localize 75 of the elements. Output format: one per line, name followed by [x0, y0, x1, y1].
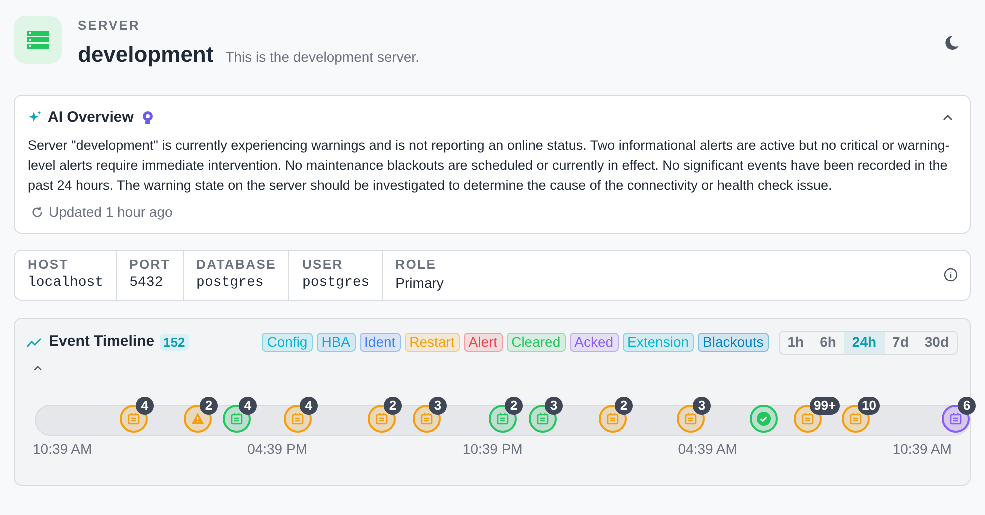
field-value: postgres [302, 274, 370, 293]
timeline-title: Event Timeline [49, 332, 155, 352]
moon-icon [944, 35, 960, 51]
calendar-icon [231, 412, 243, 424]
count-badge: 2 [505, 396, 523, 414]
event-marker[interactable] [750, 404, 778, 432]
field-label: HOST [28, 257, 70, 273]
trend-icon [27, 338, 42, 348]
refresh-icon [32, 206, 43, 218]
field-value: postgres [196, 274, 265, 293]
ai-summary: Server "development" is currently experiencing warnings and is not reporting an online status. Two informational alerts are active but no critical or warning-level alerts require immediate intervention. No maintenance blackouts are scheduled or currently in effect. No significant events have been recorded in the past 24 hours. The warning state on the server should be investigated to determine the cause of the connectivity or health check issue. [28, 136, 951, 195]
calendar-icon [421, 412, 433, 424]
server-title: development [78, 41, 214, 69]
check-icon [757, 412, 771, 426]
range-tab[interactable]: 30d [916, 332, 957, 354]
count-badge: 3 [429, 396, 447, 414]
warning-icon [192, 413, 204, 424]
count-badge: 2 [384, 396, 402, 414]
field-label: ROLE [396, 257, 438, 273]
field-value: 5432 [130, 274, 164, 293]
range-tab[interactable]: 24h [844, 332, 885, 354]
calendar-icon [292, 412, 304, 424]
filter-tag[interactable]: Extension [622, 333, 694, 352]
field-label: PORT [130, 257, 171, 273]
range-tab[interactable]: 6h [812, 332, 844, 354]
collapse-button[interactable] [33, 364, 43, 372]
filter-tag[interactable]: HBA [316, 333, 356, 352]
axis-label: 10:39 PM [462, 440, 523, 458]
filter-tag[interactable]: Acked [570, 333, 619, 352]
count-badge: 3 [545, 396, 563, 414]
field-label: USER [302, 257, 344, 273]
count-badge: 99+ [810, 396, 840, 414]
calendar-icon [497, 412, 509, 424]
filter-tag[interactable]: Ident [360, 333, 401, 352]
count-badge: 4 [300, 396, 318, 414]
range-tab[interactable]: 7d [884, 332, 917, 354]
count-badge: 4 [239, 396, 257, 414]
eyebrow-label: SERVER [78, 17, 142, 35]
axis-label: 10:39 AM [33, 440, 92, 458]
field-value: localhost [28, 274, 104, 293]
count-badge: 6 [958, 396, 976, 414]
server-description: This is the development server. [226, 48, 420, 67]
filter-tag[interactable]: Cleared [506, 333, 566, 352]
event-count-badge: 152 [160, 334, 190, 351]
count-badge: 2 [615, 396, 633, 414]
calendar-icon [376, 412, 388, 424]
filter-tag[interactable]: Restart [404, 333, 460, 352]
calendar-icon [850, 412, 862, 424]
updated-text: Updated 1 hour ago [49, 202, 173, 222]
chevron-icon [942, 114, 954, 122]
axis-label: 10:39 AM [892, 440, 952, 458]
axis-label: 04:39 AM [678, 440, 738, 458]
count-badge: 4 [136, 396, 154, 414]
calendar-icon [128, 412, 140, 424]
info-icon[interactable] [944, 268, 958, 282]
calendar-icon [685, 412, 697, 424]
count-badge: 10 [858, 396, 880, 414]
filter-tag[interactable]: Alert [464, 333, 503, 352]
chevron-icon [33, 364, 43, 372]
count-badge: 3 [693, 396, 711, 414]
bulb-icon [142, 111, 154, 126]
field-value: Primary [396, 274, 444, 293]
range-tab[interactable]: 1h [780, 332, 812, 354]
field-label: DATABASE [196, 257, 276, 273]
axis-label: 04:39 PM [248, 440, 308, 458]
calendar-icon [537, 412, 549, 424]
count-badge: 2 [200, 396, 218, 414]
ai-overview-title: AI Overview [48, 108, 134, 128]
calendar-icon [607, 412, 619, 424]
filter-tag[interactable]: Config [262, 333, 313, 352]
calendar-icon [950, 412, 962, 424]
server-icon [27, 31, 49, 49]
collapse-button[interactable] [942, 114, 954, 122]
calendar-icon [802, 412, 814, 424]
filter-tag[interactable]: Blackouts [698, 333, 769, 352]
